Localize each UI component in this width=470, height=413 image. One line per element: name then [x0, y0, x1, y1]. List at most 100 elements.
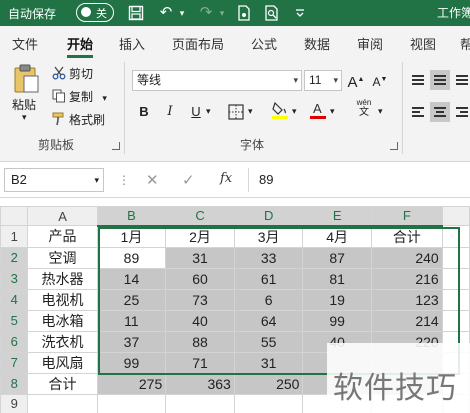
align-top-button[interactable] — [408, 70, 428, 90]
align-left-button[interactable] — [408, 102, 428, 122]
cell[interactable] — [441, 309, 470, 332]
cell-c1[interactable]: 2月 — [165, 225, 235, 248]
cell-b2-active[interactable]: 89 — [96, 246, 167, 269]
cell-a6[interactable]: 洗衣机 — [27, 330, 98, 353]
tab-home[interactable]: 开始 — [67, 34, 93, 53]
align-right-button[interactable] — [452, 102, 470, 122]
shrink-font-button[interactable]: A▼ — [370, 70, 390, 90]
cell-c8[interactable]: 363 — [165, 372, 235, 395]
column-header-f[interactable]: F — [370, 206, 443, 227]
phonetic-guide-button[interactable]: wén 文 — [352, 98, 376, 118]
cell-c4[interactable]: 73 — [165, 288, 235, 311]
row-header[interactable]: 5 — [0, 309, 29, 332]
clipboard-launcher-icon[interactable] — [112, 142, 120, 150]
cell-a4[interactable]: 电视机 — [27, 288, 98, 311]
tab-formulas[interactable]: 公式 — [251, 34, 277, 53]
row-header[interactable]: 2 — [0, 246, 29, 269]
redo-icon[interactable]: ↷ — [196, 3, 216, 23]
cell-d7[interactable]: 31 — [233, 351, 304, 374]
cell-c6[interactable]: 88 — [165, 330, 235, 353]
borders-dropdown-icon[interactable]: ▾ — [248, 106, 253, 117]
cell-c3[interactable]: 60 — [165, 267, 235, 290]
tab-help[interactable]: 帮 — [460, 34, 470, 53]
cell[interactable] — [441, 225, 470, 248]
cell-e3[interactable]: 81 — [302, 267, 372, 290]
cell-f5[interactable]: 214 — [370, 309, 443, 332]
format-painter-button[interactable]: 格式刷 — [52, 111, 105, 128]
row-header[interactable]: 1 — [0, 225, 29, 248]
save-icon[interactable] — [126, 3, 146, 23]
tab-data[interactable]: 数据 — [304, 34, 330, 53]
cell-a3[interactable]: 热水器 — [27, 267, 98, 290]
align-bottom-button[interactable] — [452, 70, 470, 90]
undo-dropdown-icon[interactable]: ▾ — [176, 3, 188, 23]
cell-d1[interactable]: 3月 — [233, 225, 304, 248]
copy-dropdown-icon[interactable]: ▾ — [102, 93, 107, 103]
cell[interactable] — [441, 246, 470, 269]
borders-button[interactable] — [226, 102, 246, 122]
cell-d3[interactable]: 61 — [233, 267, 304, 290]
cell-d2[interactable]: 33 — [233, 246, 304, 269]
column-header-a[interactable]: A — [27, 206, 98, 226]
font-color-button[interactable]: A — [308, 100, 328, 120]
cell-a2[interactable]: 空调 — [27, 246, 98, 269]
cell-e2[interactable]: 87 — [302, 246, 372, 269]
cell-c7[interactable]: 71 — [165, 351, 235, 374]
fill-color-dropdown-icon[interactable]: ▾ — [292, 106, 297, 117]
align-center-button[interactable] — [430, 102, 450, 122]
copy-button[interactable]: 复制 ▾ — [52, 88, 107, 105]
cell[interactable] — [233, 393, 304, 413]
formula-input[interactable]: 89 — [248, 168, 470, 192]
cell-b1[interactable]: 1月 — [96, 225, 167, 248]
row-header[interactable]: 9 — [0, 393, 29, 413]
cell-e4[interactable]: 19 — [302, 288, 372, 311]
column-header-g[interactable] — [441, 206, 470, 226]
column-header-d[interactable]: D — [233, 206, 304, 227]
customize-toolbar-icon[interactable] — [290, 3, 310, 23]
cell-d5[interactable]: 64 — [233, 309, 304, 332]
column-header-b[interactable]: B — [96, 206, 167, 227]
print-preview-icon[interactable] — [262, 3, 282, 23]
cell-b8[interactable]: 275 — [96, 372, 167, 395]
cell-f1[interactable]: 合计 — [370, 225, 443, 248]
fill-color-button[interactable] — [270, 100, 290, 120]
cell-b6[interactable]: 37 — [96, 330, 167, 353]
cell-d6[interactable]: 55 — [233, 330, 304, 353]
tab-review[interactable]: 审阅 — [357, 34, 383, 53]
undo-icon[interactable]: ↶ — [156, 3, 176, 23]
row-header[interactable]: 7 — [0, 351, 29, 374]
tab-insert[interactable]: 插入 — [119, 34, 145, 53]
font-color-dropdown-icon[interactable]: ▾ — [330, 106, 335, 117]
italic-button[interactable]: I — [160, 102, 180, 122]
row-header[interactable]: 6 — [0, 330, 29, 353]
align-middle-button[interactable] — [430, 70, 450, 90]
cell-e5[interactable]: 99 — [302, 309, 372, 332]
name-box[interactable]: B2 ▾ — [4, 168, 104, 192]
underline-dropdown-icon[interactable]: ▾ — [206, 106, 211, 117]
cell-a7[interactable]: 电风扇 — [27, 351, 98, 374]
font-launcher-icon[interactable] — [390, 142, 398, 150]
row-header[interactable]: 8 — [0, 372, 29, 395]
font-name-combo[interactable]: 等线 ▾ — [132, 70, 302, 91]
cell[interactable] — [165, 393, 235, 413]
cell-b4[interactable]: 25 — [96, 288, 167, 311]
tab-file[interactable]: 文件 — [12, 34, 38, 53]
tab-view[interactable]: 视图 — [410, 34, 436, 53]
row-header[interactable]: 3 — [0, 267, 29, 290]
cancel-icon[interactable]: ✕ — [146, 171, 159, 189]
cell-d4[interactable]: 6 — [233, 288, 304, 311]
cell-a5[interactable]: 电冰箱 — [27, 309, 98, 332]
cell-f4[interactable]: 123 — [370, 288, 443, 311]
cell-c2[interactable]: 31 — [165, 246, 235, 269]
touch-mode-icon[interactable] — [234, 3, 254, 23]
column-header-e[interactable]: E — [302, 206, 372, 227]
font-size-combo[interactable]: 11 ▾ — [304, 70, 342, 91]
grow-font-button[interactable]: A▲ — [346, 70, 366, 91]
cell-b7[interactable]: 99 — [96, 351, 167, 374]
enter-icon[interactable]: ✓ — [182, 171, 195, 189]
insert-function-icon[interactable]: fx — [220, 171, 232, 186]
underline-button[interactable]: U — [186, 102, 206, 122]
cell-f3[interactable]: 216 — [370, 267, 443, 290]
cell-f2[interactable]: 240 — [370, 246, 443, 269]
cell-a8[interactable]: 合计 — [27, 372, 98, 395]
